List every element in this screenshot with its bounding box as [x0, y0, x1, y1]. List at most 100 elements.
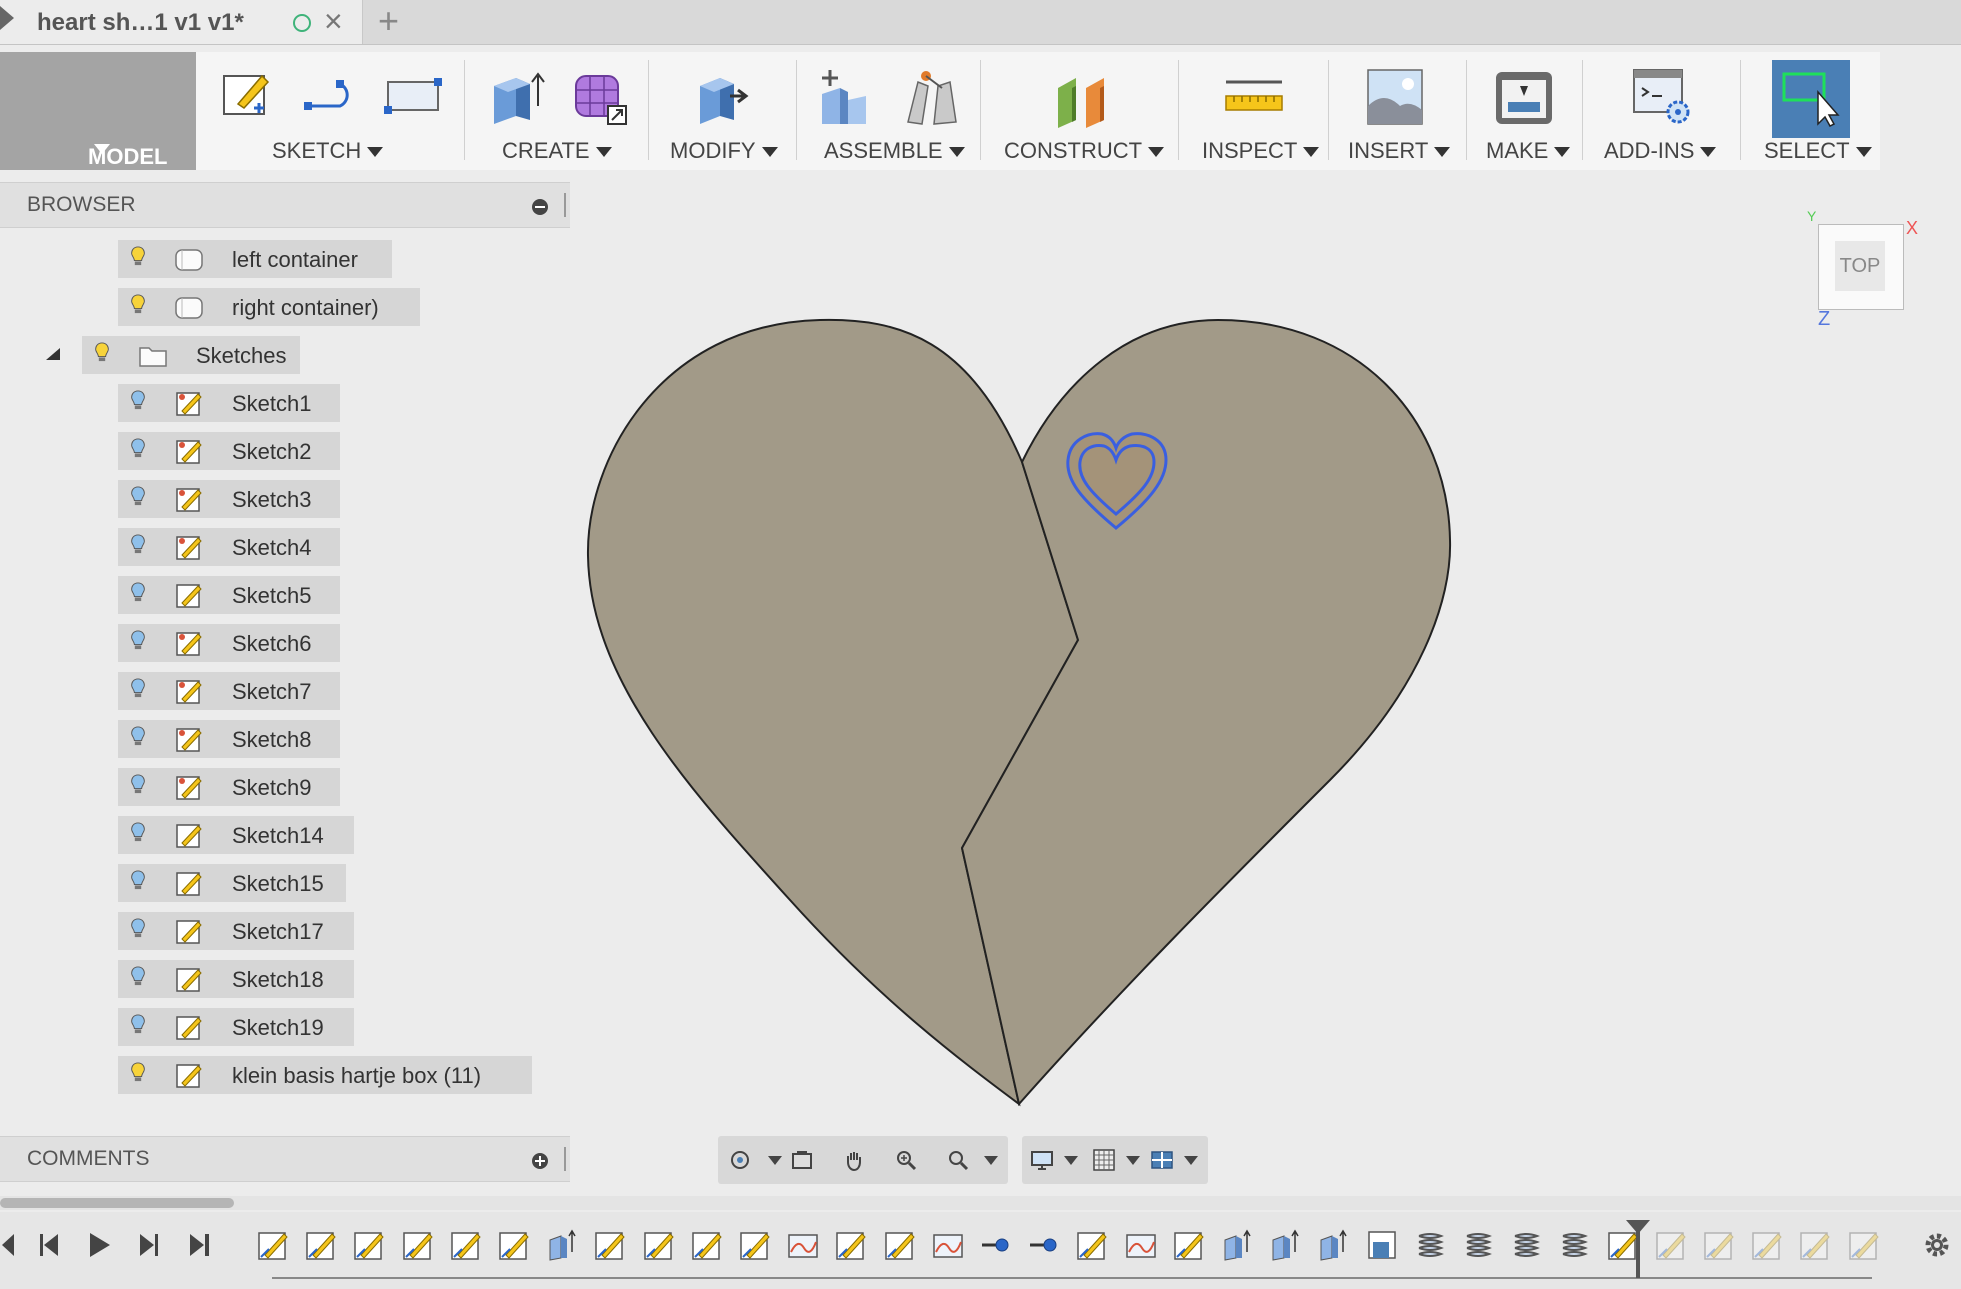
visibility-bulb-icon[interactable]: [130, 630, 146, 650]
insert-menu[interactable]: INSERT: [1336, 52, 1466, 170]
expand-collapse-triangle-icon[interactable]: [46, 348, 60, 360]
browser-item-sketch8[interactable]: Sketch8: [118, 720, 340, 758]
zoom-window-icon[interactable]: [946, 1148, 970, 1172]
rectangle-tool-icon[interactable]: [382, 66, 444, 124]
visibility-bulb-icon[interactable]: [130, 966, 146, 986]
new-tab-icon[interactable]: +: [378, 2, 399, 40]
browser-item-sketch1[interactable]: Sketch1: [118, 384, 340, 422]
browser-item-sketch4[interactable]: Sketch4: [118, 528, 340, 566]
visibility-bulb-icon[interactable]: [130, 246, 146, 266]
grid-snap-icon[interactable]: [1092, 1148, 1116, 1172]
face-feature-icon[interactable]: [1124, 1228, 1158, 1262]
chevron-down-icon[interactable]: [1184, 1156, 1198, 1165]
orbit-icon[interactable]: [728, 1148, 752, 1172]
visibility-bulb-icon[interactable]: [130, 582, 146, 602]
horizontal-scrollbar[interactable]: [0, 1196, 1961, 1210]
browser-item-sketch7[interactable]: Sketch7: [118, 672, 340, 710]
construct-menu[interactable]: CONSTRUCT: [990, 52, 1170, 170]
modify-menu[interactable]: MODIFY: [656, 52, 786, 170]
visibility-bulb-icon[interactable]: [130, 678, 146, 698]
select-cursor-icon[interactable]: [1778, 64, 1842, 128]
chevron-down-icon[interactable]: [984, 1156, 998, 1165]
visibility-bulb-icon[interactable]: [130, 294, 146, 314]
sketch-feature-icon[interactable]: [593, 1228, 627, 1262]
timeline-go-to-end-icon[interactable]: [184, 1230, 214, 1260]
scripts-addins-icon[interactable]: [1630, 66, 1694, 128]
scrollbar-thumb[interactable]: [0, 1198, 234, 1208]
add-ins-menu[interactable]: ADD-INS: [1590, 52, 1740, 170]
sketch-feature-icon[interactable]: [256, 1228, 290, 1262]
look-at-icon[interactable]: [790, 1148, 814, 1172]
sketch-feature-icon[interactable]: [642, 1228, 676, 1262]
sketch-feature-icon[interactable]: [352, 1228, 386, 1262]
panel-resize-handle[interactable]: [564, 1147, 566, 1171]
sketch-feature-icon[interactable]: [401, 1228, 435, 1262]
close-tab-icon[interactable]: ×: [324, 4, 343, 38]
sketch-feature-icon[interactable]: [883, 1228, 917, 1262]
form-icon[interactable]: [568, 66, 630, 128]
joint-feature-icon[interactable]: [1027, 1228, 1061, 1262]
visibility-bulb-icon[interactable]: [130, 726, 146, 746]
model-canvas[interactable]: [570, 226, 1961, 1126]
visibility-bulb-icon[interactable]: [130, 918, 146, 938]
browser-item-sketches[interactable]: Sketches: [82, 336, 300, 374]
suppressed-feature-icon[interactable]: [1798, 1228, 1832, 1262]
coil-feature-icon[interactable]: [1413, 1228, 1447, 1262]
zoom-icon[interactable]: [894, 1148, 918, 1172]
comments-panel-header[interactable]: COMMENTS: [0, 1136, 570, 1182]
sketch-feature-icon[interactable]: [304, 1228, 338, 1262]
chevron-down-icon[interactable]: [1126, 1156, 1140, 1165]
extrude-feature-icon[interactable]: [1220, 1228, 1254, 1262]
viewcube-top-face[interactable]: TOP: [1835, 241, 1885, 291]
joint-icon[interactable]: [900, 66, 962, 128]
browser-item-sketch2[interactable]: Sketch2: [118, 432, 340, 470]
visibility-bulb-icon[interactable]: [130, 822, 146, 842]
extrude-feature-icon[interactable]: [1268, 1228, 1302, 1262]
joint-feature-icon[interactable]: [979, 1228, 1013, 1262]
timeline-marker[interactable]: [1626, 1220, 1650, 1278]
3d-print-icon[interactable]: [1492, 66, 1556, 128]
sketch-feature-icon[interactable]: [449, 1228, 483, 1262]
extrude-icon[interactable]: [486, 66, 548, 128]
browser-item-sketch5[interactable]: Sketch5: [118, 576, 340, 614]
sketch-feature-icon[interactable]: [690, 1228, 724, 1262]
timeline-step-forward-icon[interactable]: [132, 1230, 162, 1260]
timeline-step-back-icon[interactable]: [36, 1230, 66, 1260]
expand-panel-icon[interactable]: [532, 1153, 548, 1169]
inspect-menu[interactable]: INSPECT: [1186, 52, 1326, 170]
browser-item-sketch3[interactable]: Sketch3: [118, 480, 340, 518]
browser-item-sketch14[interactable]: Sketch14: [118, 816, 354, 854]
display-settings-icon[interactable]: [1030, 1148, 1054, 1172]
visibility-bulb-icon[interactable]: [130, 870, 146, 890]
browser-item-sketch19[interactable]: Sketch19: [118, 1008, 354, 1046]
browser-item-sketch9[interactable]: Sketch9: [118, 768, 340, 806]
visibility-bulb-icon[interactable]: [130, 486, 146, 506]
sketch-menu[interactable]: SKETCH: [206, 52, 456, 170]
extrude-feature-icon[interactable]: [545, 1228, 579, 1262]
collapse-panel-icon[interactable]: [532, 199, 548, 215]
browser-item-sketch17[interactable]: Sketch17: [118, 912, 354, 950]
visibility-bulb-icon[interactable]: [130, 774, 146, 794]
face-feature-icon[interactable]: [931, 1228, 965, 1262]
chevron-down-icon[interactable]: [768, 1156, 782, 1165]
sketch-feature-icon[interactable]: [1075, 1228, 1109, 1262]
line-tool-icon[interactable]: [300, 66, 362, 124]
browser-item-sketch18[interactable]: Sketch18: [118, 960, 354, 998]
browser-item-klein-basis-hartje-box-11[interactable]: klein basis hartje box (11): [118, 1056, 532, 1094]
new-component-icon[interactable]: [814, 66, 876, 128]
browser-item-sketch15[interactable]: Sketch15: [118, 864, 346, 902]
viewcube[interactable]: TOP: [1818, 224, 1904, 310]
extrude-feature-icon[interactable]: [1316, 1228, 1350, 1262]
coil-feature-icon[interactable]: [1509, 1228, 1543, 1262]
browser-item-sketch6[interactable]: Sketch6: [118, 624, 340, 662]
timeline-play-icon[interactable]: [84, 1230, 114, 1260]
panel-resize-handle[interactable]: [564, 193, 566, 217]
suppressed-feature-icon[interactable]: [1654, 1228, 1688, 1262]
sketch-feature-icon[interactable]: [738, 1228, 772, 1262]
measure-icon[interactable]: [1222, 66, 1286, 128]
suppressed-feature-icon[interactable]: [1702, 1228, 1736, 1262]
viewports-icon[interactable]: [1150, 1148, 1174, 1172]
create-menu[interactable]: CREATE: [472, 52, 642, 170]
visibility-bulb-icon[interactable]: [130, 1062, 146, 1082]
assemble-menu[interactable]: ASSEMBLE: [804, 52, 974, 170]
